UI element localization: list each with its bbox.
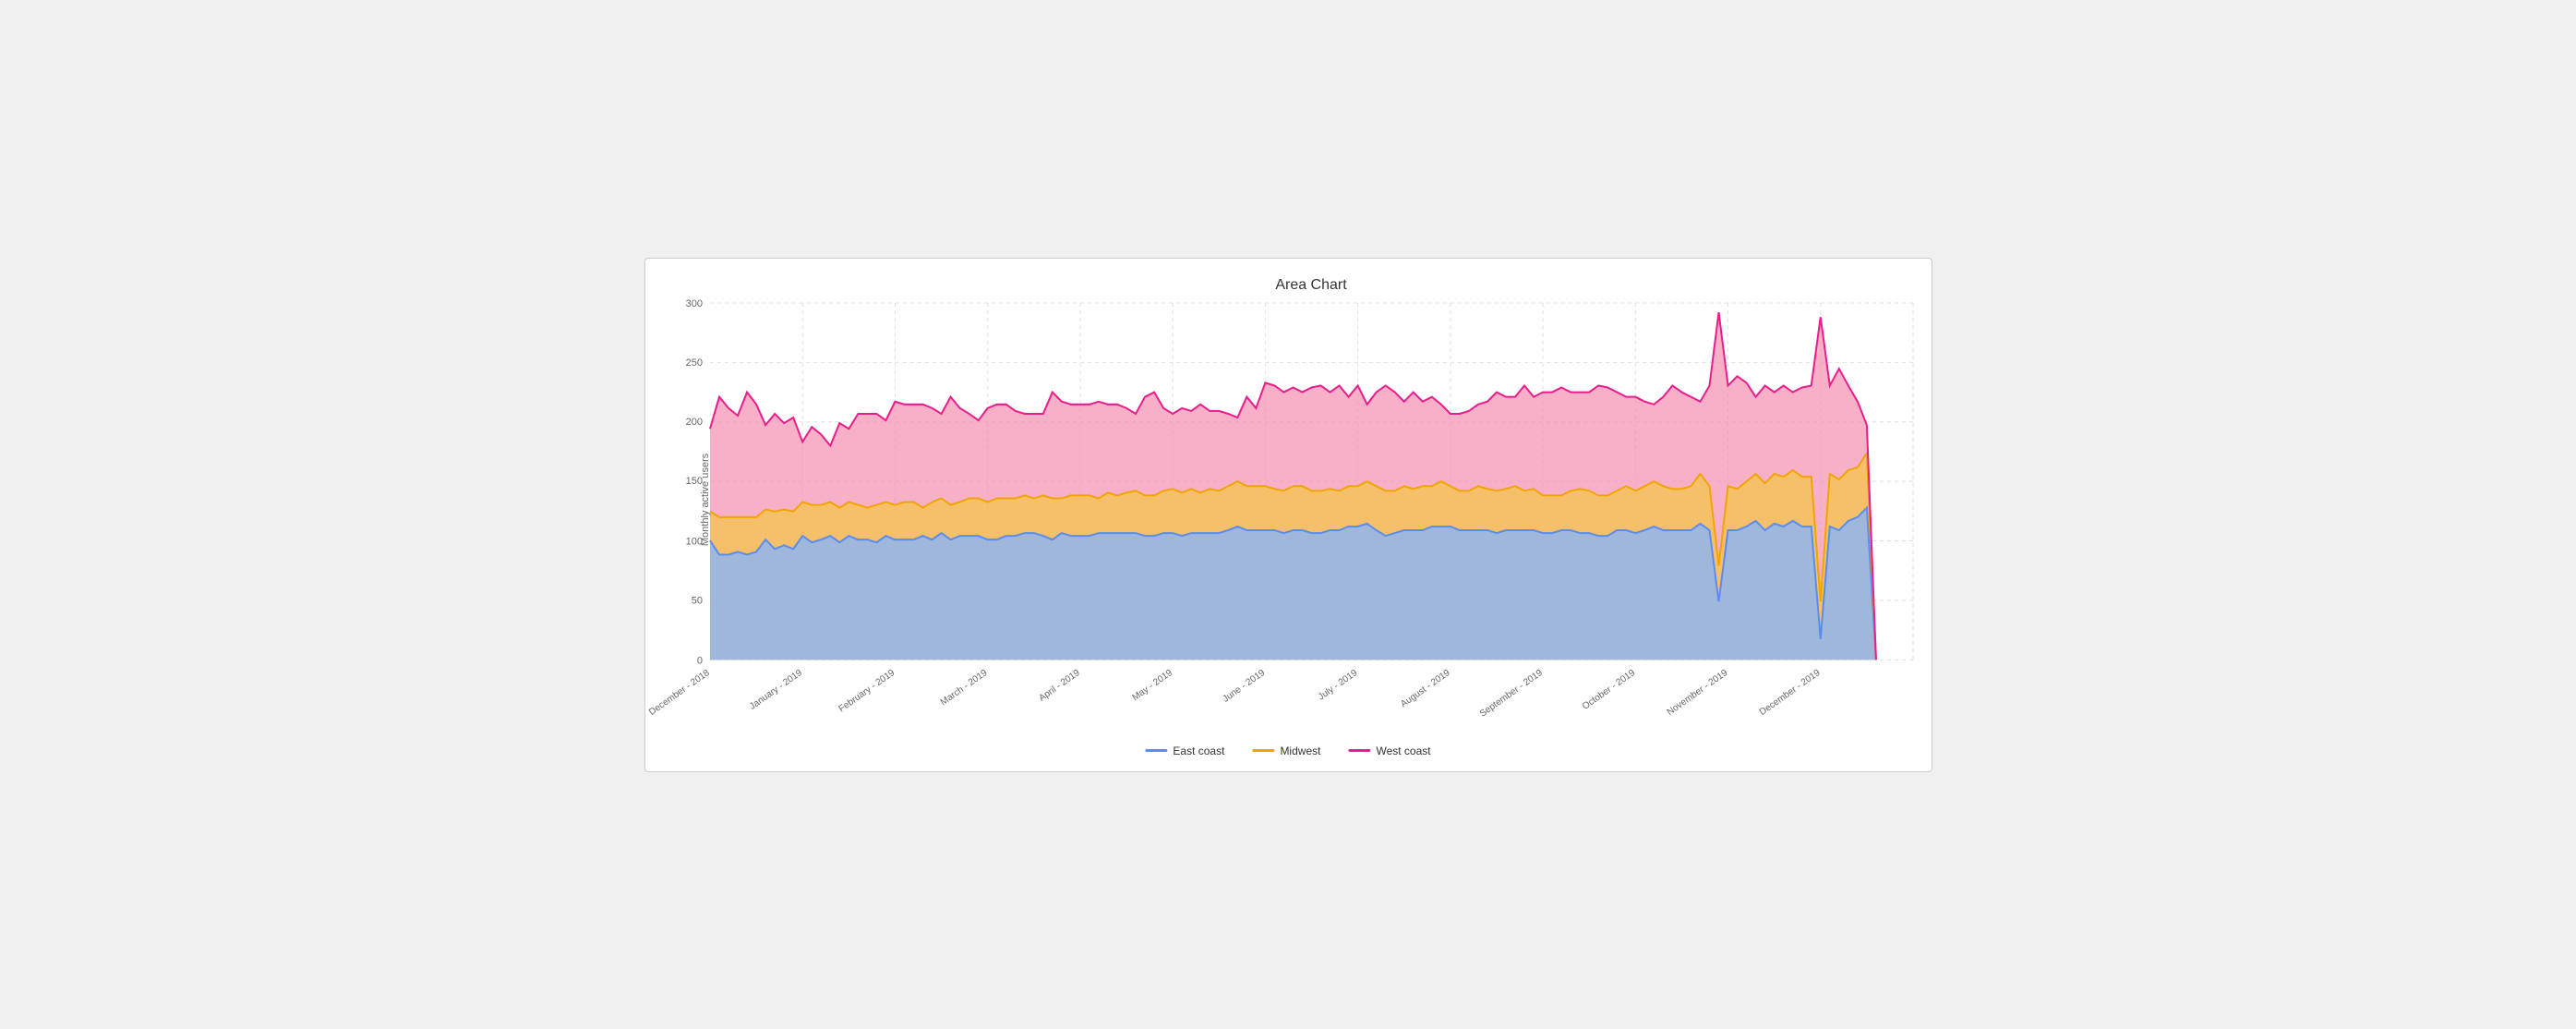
svg-text:50: 50: [691, 595, 702, 606]
midwest-legend-label: Midwest: [1280, 745, 1320, 757]
svg-text:300: 300: [685, 298, 702, 309]
svg-text:August - 2019: August - 2019: [1399, 667, 1452, 709]
west-coast-legend-label: West coast: [1376, 745, 1430, 757]
chart-area: Monthly active users: [710, 303, 1913, 697]
main-chart-svg: 0 50 100 150 200 250 300 December - 2018…: [710, 303, 1913, 697]
svg-text:April - 2019: April - 2019: [1037, 667, 1082, 703]
legend-west-coast: West coast: [1348, 745, 1430, 757]
svg-text:December - 2018: December - 2018: [647, 667, 712, 717]
svg-text:250: 250: [685, 357, 702, 369]
svg-text:October - 2019: October - 2019: [1581, 667, 1637, 711]
svg-text:June - 2019: June - 2019: [1221, 667, 1267, 704]
svg-text:March - 2019: March - 2019: [938, 667, 989, 708]
chart-title: Area Chart: [710, 277, 1913, 294]
chart-legend: East coast Midwest West coast: [1145, 745, 1430, 757]
west-coast-legend-line: [1348, 749, 1370, 752]
svg-text:July - 2019: July - 2019: [1316, 667, 1359, 702]
legend-east-coast: East coast: [1145, 745, 1224, 757]
svg-text:December - 2019: December - 2019: [1757, 667, 1822, 717]
chart-container: Area Chart Monthly active users: [644, 258, 1932, 772]
east-coast-legend-line: [1145, 749, 1167, 752]
svg-text:200: 200: [685, 417, 702, 428]
svg-text:November - 2019: November - 2019: [1665, 667, 1729, 717]
svg-text:September - 2019: September - 2019: [1477, 667, 1544, 719]
svg-text:0: 0: [696, 655, 702, 666]
svg-text:January - 2019: January - 2019: [747, 667, 803, 711]
y-axis-label: Monthly active users: [700, 454, 711, 546]
svg-text:May - 2019: May - 2019: [1130, 667, 1174, 702]
east-coast-legend-label: East coast: [1173, 745, 1224, 757]
legend-midwest: Midwest: [1252, 745, 1320, 757]
svg-text:February - 2019: February - 2019: [837, 667, 897, 714]
midwest-legend-line: [1252, 749, 1274, 752]
